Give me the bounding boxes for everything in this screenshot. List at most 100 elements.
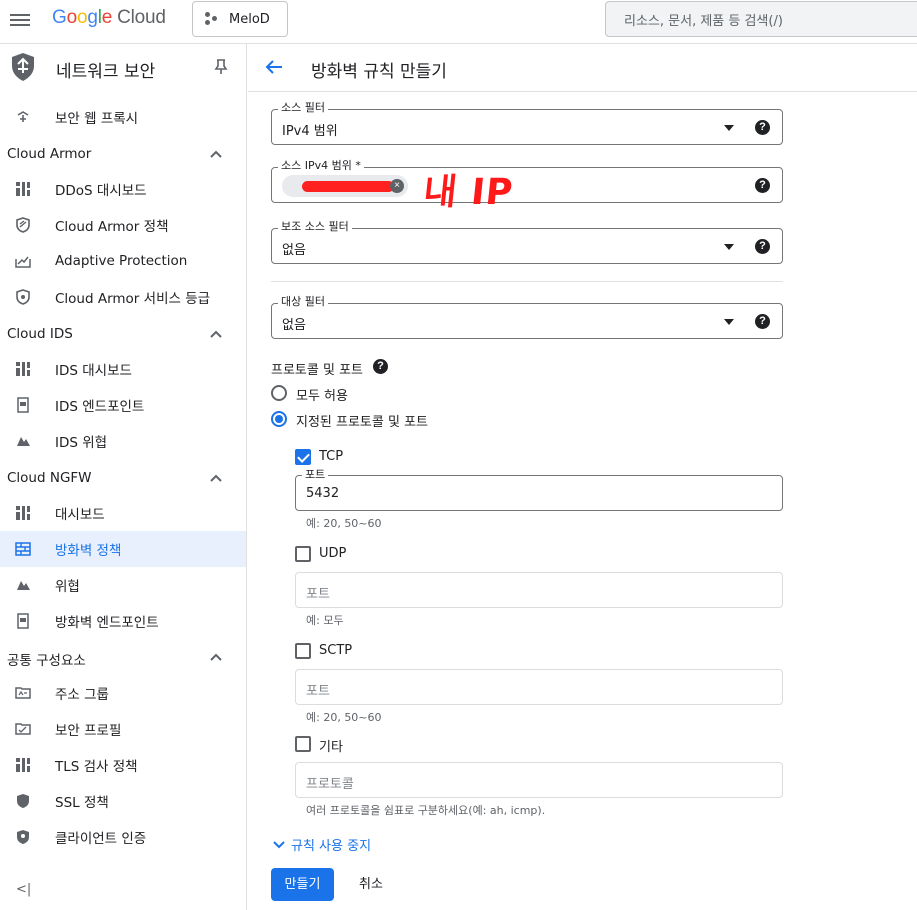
- logo-letter: e: [101, 7, 113, 28]
- other-protocol-checkbox[interactable]: [295, 736, 311, 752]
- threat-icon: [14, 432, 32, 450]
- sidebar-item-ssl-policy[interactable]: SSL 정책: [0, 783, 246, 819]
- sctp-ports-input[interactable]: 포트: [295, 669, 783, 705]
- sidebar-item-adaptive-protection[interactable]: Adaptive Protection: [0, 243, 246, 279]
- endpoint-icon: [14, 396, 32, 414]
- help-icon[interactable]: ?: [755, 178, 770, 193]
- dropdown-caret-icon: [724, 125, 734, 131]
- collapse-sidebar-button[interactable]: <|: [16, 882, 31, 897]
- help-icon[interactable]: ?: [373, 359, 388, 374]
- field-value: 없음: [282, 243, 306, 258]
- help-icon[interactable]: ?: [755, 120, 770, 135]
- udp-label: UDP: [319, 546, 347, 561]
- google-cloud-logo[interactable]: Google Cloud: [52, 7, 166, 29]
- sidebar-item-ids-threat[interactable]: IDS 위협: [0, 423, 246, 459]
- field-value: IPv4 범위: [282, 124, 338, 139]
- adaptive-protection-icon: [14, 252, 32, 270]
- create-button[interactable]: 만들기: [271, 868, 334, 901]
- specified-protocols-label: 지정된 프로토콜 및 포트: [296, 415, 428, 430]
- shield-icon: [14, 792, 32, 810]
- sctp-label: SCTP: [319, 643, 353, 658]
- dashboard-icon: [14, 360, 32, 378]
- udp-ports-input[interactable]: 포트: [295, 572, 783, 608]
- sidebar-item-label: 위협: [55, 579, 80, 595]
- tcp-label: TCP: [319, 449, 344, 464]
- sidebar-item-cloud-armor-tier[interactable]: Cloud Armor 서비스 등급: [0, 279, 246, 315]
- allow-all-radio[interactable]: [271, 385, 287, 401]
- sidebar-item-ids-dashboard[interactable]: IDS 대시보드: [0, 351, 246, 387]
- page-header: 방화벽 규칙 만들기: [248, 44, 917, 92]
- dropdown-caret-icon: [724, 319, 734, 325]
- chevron-down-icon: [273, 840, 285, 848]
- sidebar: 네트워크 보안 보안 웹 프록시 Cloud Armor DDoS 대시보드 C…: [0, 44, 247, 910]
- target-filter-select[interactable]: 대상 필터 없음 ?: [271, 295, 783, 339]
- sidebar-item-cloud-armor-policy[interactable]: Cloud Armor 정책: [0, 207, 246, 243]
- sidebar-item-secure-web-proxy[interactable]: 보안 웹 프록시: [0, 99, 246, 135]
- field-label: 보조 소스 필터: [278, 220, 352, 234]
- logo-letter: o: [76, 7, 88, 28]
- sidebar-header: 네트워크 보안: [0, 44, 246, 90]
- help-icon[interactable]: ?: [755, 239, 770, 254]
- tcp-ports-input[interactable]: 포트 5432: [295, 468, 783, 511]
- placeholder: 포트: [306, 684, 330, 699]
- tcp-checkbox[interactable]: [295, 449, 311, 465]
- cancel-button[interactable]: 취소: [345, 868, 397, 901]
- sidebar-item-label: IDS 대시보드: [55, 363, 132, 379]
- section-common-components[interactable]: 공통 구성요소: [0, 640, 246, 676]
- sidebar-item-ddos-dashboard[interactable]: DDoS 대시보드: [0, 171, 246, 207]
- section-cloud-ngfw[interactable]: Cloud NGFW: [0, 461, 246, 497]
- section-cloud-ids[interactable]: Cloud IDS: [0, 317, 246, 353]
- field-value: 없음: [282, 318, 306, 333]
- dashboard-icon: [14, 180, 32, 198]
- sidebar-item-address-group[interactable]: 주소 그룹: [0, 675, 246, 711]
- placeholder: 프로토콜: [306, 777, 354, 792]
- address-group-icon: [14, 684, 32, 702]
- sidebar-item-label: 방화벽 엔드포인트: [55, 615, 159, 631]
- sidebar-item-label: Cloud Armor 정책: [55, 219, 169, 235]
- sidebar-item-tls-inspection-policy[interactable]: TLS 검사 정책: [0, 747, 246, 783]
- sidebar-item-client-auth[interactable]: 클라이언트 인증: [0, 819, 246, 855]
- ip-chip: ×: [282, 175, 408, 197]
- search-placeholder: 리소스, 문서, 제품 등 검색(/): [624, 13, 783, 29]
- udp-checkbox[interactable]: [295, 546, 311, 562]
- disable-rule-label: 규칙 사용 중지: [291, 839, 372, 854]
- other-protocol-hint: 여러 프로토콜을 쉼표로 구분하세요(예: ah, icmp).: [306, 804, 546, 817]
- back-arrow-icon[interactable]: [264, 57, 284, 77]
- help-icon[interactable]: ?: [755, 314, 770, 329]
- dashboard-icon: [14, 504, 32, 522]
- placeholder: 포트: [306, 587, 330, 602]
- sidebar-item-ngfw-threat[interactable]: 위협: [0, 567, 246, 603]
- allow-all-label: 모두 허용: [296, 389, 348, 404]
- redacted-ip: [302, 181, 394, 192]
- project-selector[interactable]: MeloD: [192, 1, 288, 37]
- sidebar-item-firewall-endpoint[interactable]: 방화벽 엔드포인트: [0, 603, 246, 639]
- search-input[interactable]: 리소스, 문서, 제품 등 검색(/): [605, 1, 917, 37]
- secondary-source-filter-select[interactable]: 보조 소스 필터 없음 ?: [271, 220, 783, 264]
- sidebar-item-label: Cloud Armor 서비스 등급: [55, 291, 211, 307]
- sidebar-item-firewall-policy[interactable]: 방화벽 정책: [0, 531, 246, 567]
- section-cloud-armor[interactable]: Cloud Armor: [0, 137, 246, 173]
- disable-rule-toggle[interactable]: 규칙 사용 중지: [273, 835, 371, 854]
- sidebar-item-ids-endpoint[interactable]: IDS 엔드포인트: [0, 387, 246, 423]
- menu-icon[interactable]: [10, 11, 30, 31]
- logo-letter: G: [52, 7, 67, 28]
- source-filter-select[interactable]: 소스 필터 IPv4 범위 ?: [271, 101, 783, 145]
- remove-chip-icon[interactable]: ×: [390, 179, 404, 193]
- specified-protocols-radio[interactable]: [271, 411, 287, 427]
- source-ipv4-ranges-field[interactable]: 소스 IPv4 범위 * × ?: [271, 159, 783, 203]
- pin-icon[interactable]: [214, 59, 228, 75]
- project-icon: [205, 12, 221, 26]
- udp-hint: 예: 모두: [306, 614, 344, 627]
- sidebar-item-security-profile[interactable]: 보안 프로필: [0, 711, 246, 747]
- sidebar-item-label: 클라이언트 인증: [55, 831, 147, 847]
- section-label: Cloud NGFW: [7, 470, 92, 486]
- sidebar-title: 네트워크 보안: [56, 62, 156, 82]
- sctp-checkbox[interactable]: [295, 643, 311, 659]
- sidebar-item-ngfw-dashboard[interactable]: 대시보드: [0, 495, 246, 531]
- security-profile-icon: [14, 720, 32, 738]
- other-protocols-input[interactable]: 프로토콜: [295, 762, 783, 798]
- sidebar-item-label: IDS 엔드포인트: [55, 399, 145, 415]
- firewall-icon: [14, 540, 32, 558]
- sidebar-item-label: SSL 정책: [55, 795, 109, 811]
- section-label: 공통 구성요소: [7, 653, 86, 669]
